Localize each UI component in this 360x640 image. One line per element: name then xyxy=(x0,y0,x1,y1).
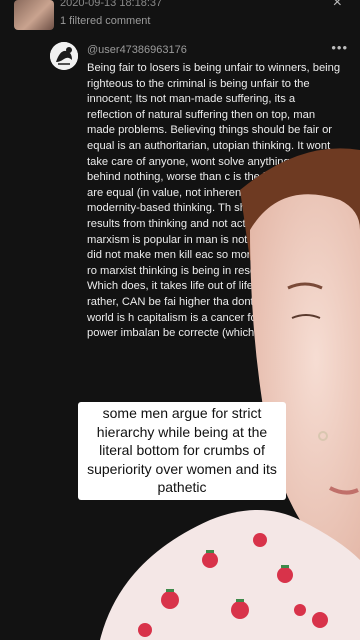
comment-body-text: Being fair to losers is being unfair to … xyxy=(87,62,342,340)
avatar[interactable] xyxy=(50,42,78,70)
comment-username[interactable]: @user47386963176 xyxy=(87,44,187,56)
video-caption-overlay: some men argue for strict hierarchy whil… xyxy=(78,402,286,500)
video-thumbnail[interactable] xyxy=(14,0,54,30)
post-date: 2020-09-13 18:18:37 xyxy=(60,0,163,9)
more-options-icon[interactable]: ••• xyxy=(331,40,348,55)
close-icon[interactable]: × xyxy=(333,0,342,12)
filtered-comment-count[interactable]: 1 filtered comment xyxy=(60,15,150,27)
video-top-bar: 2020-09-13 18:18:37 1 filtered comment × xyxy=(0,0,360,40)
